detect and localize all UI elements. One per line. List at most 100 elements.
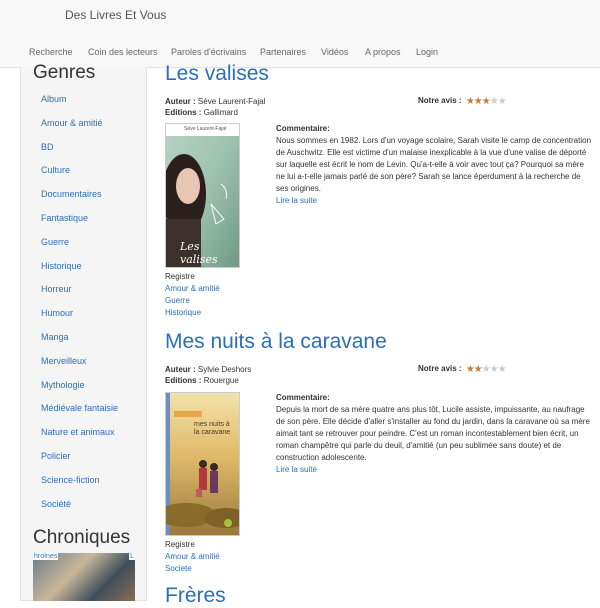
thumb-caption-right: L: [129, 553, 135, 560]
tag-link[interactable]: Societe: [165, 564, 192, 573]
cover-title-text: mes nuits à la caravane: [194, 421, 231, 436]
genre-link-culture[interactable]: Culture: [41, 165, 70, 175]
genre-item[interactable]: Amour & amitié: [41, 116, 118, 140]
star-empty-icon: ★: [489, 96, 499, 107]
genre-item[interactable]: Humour: [41, 306, 118, 330]
genre-item[interactable]: Historique: [41, 259, 118, 283]
genre-item[interactable]: Documentaires: [41, 187, 118, 211]
cover-art-mes-nuits: [166, 393, 239, 535]
book-comment: Commentaire: Nous sommes en 1982. Lors d…: [276, 123, 595, 207]
genre-link-humour[interactable]: Humour: [41, 308, 73, 318]
genre-link-historique[interactable]: Historique: [41, 261, 82, 271]
editions-label: Editions :: [165, 376, 202, 385]
book-rating: Notre avis : ★★★★★: [418, 96, 507, 107]
nav-videos[interactable]: Vidéos: [321, 47, 348, 57]
genre-link-merveilleux[interactable]: Merveilleux: [41, 356, 87, 366]
genre-link-fantastique[interactable]: Fantastique: [41, 213, 88, 223]
genre-item[interactable]: Album: [41, 92, 118, 116]
genre-link-societe[interactable]: Société: [41, 499, 71, 509]
top-navbar: Des Livres Et Vous Recherche Coin des le…: [0, 0, 600, 68]
book-comment: Commentaire: Depuis la mort de sa mère q…: [276, 392, 595, 476]
book-tags: Registre Amour & amitié Societe: [165, 539, 220, 575]
book-cover[interactable]: Sève Laurent-Fajal Les valises: [165, 123, 240, 268]
author-value: Sève Laurent-Fajal: [197, 97, 266, 106]
author-label: Auteur :: [165, 97, 196, 106]
nav-a-propos[interactable]: A propos: [365, 47, 401, 57]
star-empty-icon: ★: [497, 96, 507, 107]
tag-link[interactable]: Guerre: [165, 296, 190, 305]
book-title[interactable]: Les valises: [165, 62, 269, 86]
cover-title-text: Les valises: [180, 240, 218, 266]
genre-item[interactable]: Merveilleux: [41, 354, 118, 378]
rating-label: Notre avis :: [418, 364, 462, 373]
rating-label: Notre avis :: [418, 96, 462, 105]
sidebar: Genres Album Amour & amitié BD Culture D…: [20, 62, 147, 601]
genre-item[interactable]: Nature et animaux: [41, 425, 118, 449]
book-meta: Auteur : Sylvie Deshors Editions : Rouer…: [165, 364, 251, 386]
genre-link-album[interactable]: Album: [41, 94, 67, 104]
comment-text: Depuis la mort de sa mère quatre ans plu…: [276, 405, 590, 462]
genre-link-manga[interactable]: Manga: [41, 332, 69, 342]
genre-item[interactable]: Fantastique: [41, 211, 118, 235]
star-icon: ★: [465, 96, 475, 107]
tag-link[interactable]: Amour & amitié: [165, 284, 220, 293]
genre-link-policier[interactable]: Policier: [41, 451, 71, 461]
nav-recherche[interactable]: Recherche: [29, 47, 73, 57]
book-tags: Registre Amour & amitié Guerre Historiqu…: [165, 271, 220, 319]
genre-link-documentaires[interactable]: Documentaires: [41, 189, 102, 199]
genre-list: Album Amour & amitié BD Culture Document…: [41, 92, 118, 520]
genre-item[interactable]: Société: [41, 497, 118, 521]
book-title[interactable]: Frères: [165, 584, 226, 608]
comment-label: Commentaire:: [276, 393, 330, 402]
register-label: Registre: [165, 540, 195, 549]
genre-item[interactable]: Guerre: [41, 235, 118, 259]
comment-label: Commentaire:: [276, 124, 330, 133]
editions-value: Gallimard: [203, 108, 238, 117]
genre-link-medievale-fantaisie[interactable]: Médiévale fantaisie: [41, 403, 118, 413]
tag-link[interactable]: Historique: [165, 308, 201, 317]
star-empty-icon: ★: [497, 364, 507, 375]
genre-item[interactable]: Policier: [41, 449, 118, 473]
thumb-caption-left: hroïnes: [33, 553, 59, 560]
genre-link-science-fiction[interactable]: Science-fiction: [41, 475, 100, 485]
star-icon: ★: [465, 364, 475, 375]
comment-text: Nous sommes en 1982. Lors d'un voyage sc…: [276, 136, 592, 193]
genre-link-nature-animaux[interactable]: Nature et animaux: [41, 427, 115, 437]
nav-coin-des-lecteurs[interactable]: Coin des lecteurs: [88, 47, 158, 57]
genre-item[interactable]: Médiévale fantaisie: [41, 401, 118, 425]
chroniques-heading: Chroniques: [33, 527, 131, 548]
cover-author-text: Sève Laurent-Fajal: [184, 126, 227, 132]
genre-link-mythologie[interactable]: Mythologie: [41, 380, 85, 390]
tag-link[interactable]: Amour & amitié: [165, 552, 220, 561]
nav-partenaires[interactable]: Partenaires: [260, 47, 306, 57]
book-cover[interactable]: mes nuits à la caravane: [165, 392, 240, 536]
star-icon: ★: [473, 96, 483, 107]
read-more-link[interactable]: Lire la suite: [276, 196, 317, 205]
read-more-link[interactable]: Lire la suite: [276, 465, 317, 474]
genre-link-guerre[interactable]: Guerre: [41, 237, 69, 247]
genres-heading: Genres: [33, 62, 96, 83]
book-title[interactable]: Mes nuits à la caravane: [165, 330, 387, 354]
register-label: Registre: [165, 272, 195, 281]
author-label: Auteur :: [165, 365, 196, 374]
genre-link-amour-amitie[interactable]: Amour & amitié: [41, 118, 103, 128]
genre-item[interactable]: Manga: [41, 330, 118, 354]
chronique-video-thumbnail[interactable]: hroïnes L: [33, 553, 135, 601]
nav-login[interactable]: Login: [416, 47, 438, 57]
genre-link-horreur[interactable]: Horreur: [41, 284, 72, 294]
site-brand[interactable]: Des Livres Et Vous: [65, 8, 166, 22]
editions-value: Rouergue: [203, 376, 239, 385]
genre-item[interactable]: Culture: [41, 163, 118, 187]
star-empty-icon: ★: [489, 364, 499, 375]
genre-item[interactable]: BD: [41, 140, 118, 164]
author-value: Sylvie Deshors: [197, 365, 252, 374]
rating-stars: ★★★★★: [465, 364, 507, 375]
star-icon: ★: [473, 364, 483, 375]
nav-paroles-ecrivains[interactable]: Paroles d'écrivains: [171, 47, 246, 57]
genre-item[interactable]: Mythologie: [41, 378, 118, 402]
book-meta: Auteur : Sève Laurent-Fajal Editions : G…: [165, 96, 266, 118]
book-rating: Notre avis : ★★★★★: [418, 364, 507, 375]
genre-item[interactable]: Science-fiction: [41, 473, 118, 497]
genre-item[interactable]: Horreur: [41, 282, 118, 306]
genre-link-bd[interactable]: BD: [41, 142, 54, 152]
